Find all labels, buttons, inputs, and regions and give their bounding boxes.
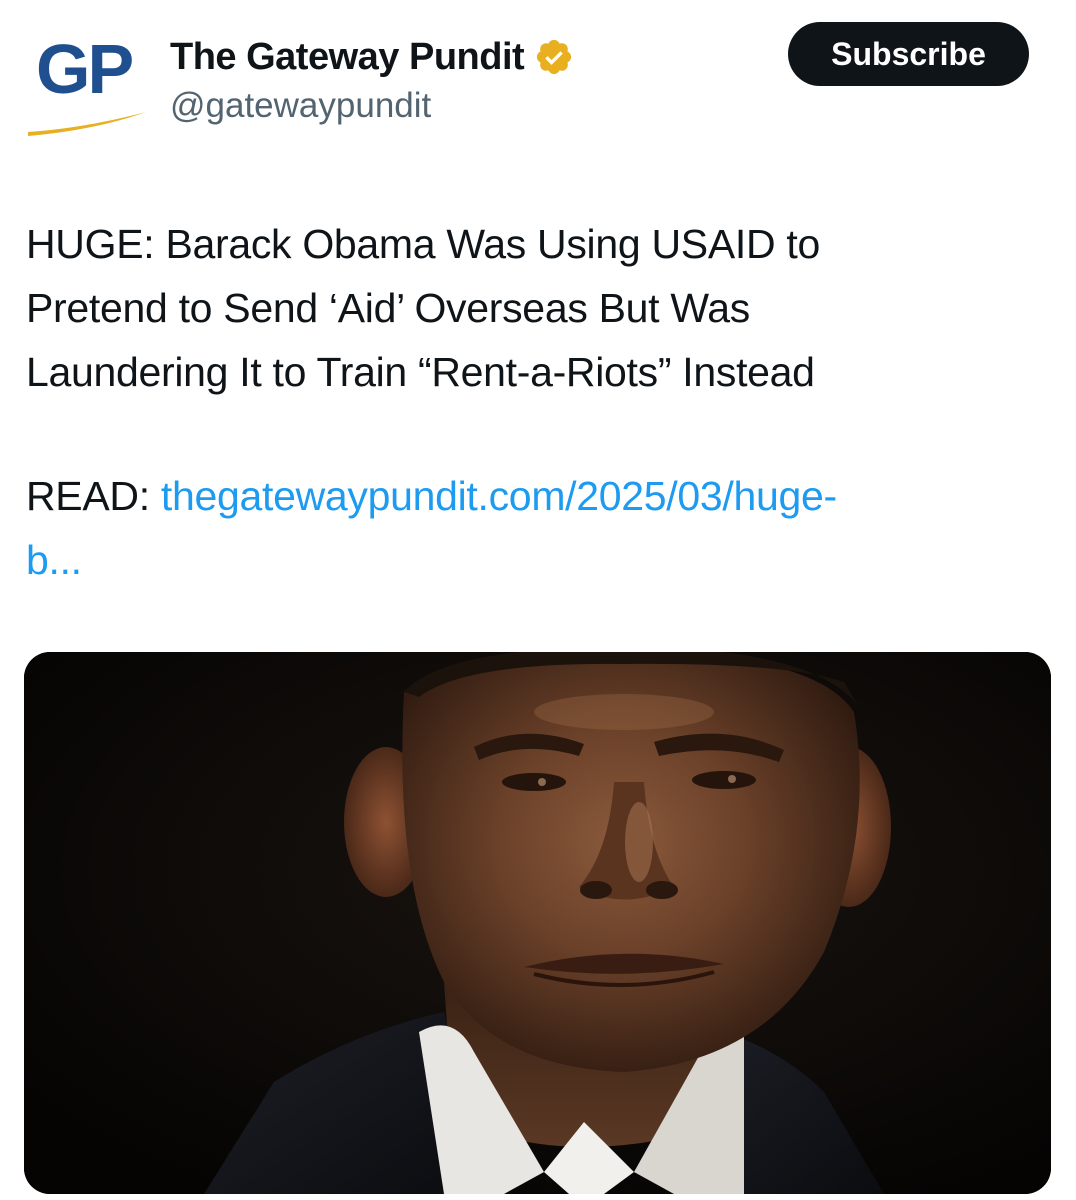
author-display-name[interactable]: The Gateway Pundit [170,36,525,79]
post-media-image[interactable] [24,652,1051,1194]
post-text-line: Pretend to Send ‘Aid’ Overseas But Was [26,285,750,331]
read-line-continued: b... [26,528,1056,592]
read-line: READ: thegatewaypundit.com/2025/03/huge- [26,464,1056,528]
portrait-photo [24,652,1051,1194]
avatar-logo-text: GP [36,30,134,108]
verified-badge-icon[interactable] [534,37,574,77]
read-label: READ: [26,473,150,519]
article-link[interactable]: thegatewaypundit.com/2025/03/huge- [161,473,837,519]
post-text-line: Laundering It to Train “Rent-a-Riots” In… [26,349,815,395]
avatar[interactable]: GP [26,30,150,140]
subscribe-button[interactable]: Subscribe [788,22,1029,86]
post-text-line: HUGE: Barack Obama Was Using USAID to [26,221,820,267]
logo-swoosh-icon [28,112,146,136]
article-link-continued[interactable]: b... [26,537,82,583]
post-text: HUGE: Barack Obama Was Using USAID to Pr… [26,212,1026,404]
author-handle[interactable]: @gatewaypundit [170,86,431,126]
author-name-row: The Gateway Pundit [170,34,574,80]
post-header: GP The Gateway Pundit @gatewaypundit Sub… [0,0,1076,160]
read-link-block: READ: thegatewaypundit.com/2025/03/huge-… [26,464,1056,592]
